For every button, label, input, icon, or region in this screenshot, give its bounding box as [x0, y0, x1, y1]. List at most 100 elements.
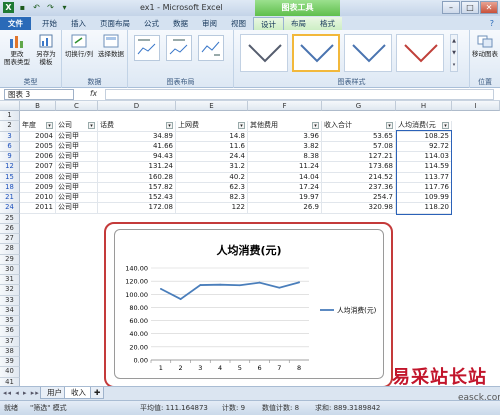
- filter-dropdown-icon[interactable]: ▾: [312, 122, 319, 130]
- filter-dropdown-icon[interactable]: ▾: [166, 122, 173, 130]
- table-cell-income[interactable]: 237.36: [322, 182, 396, 193]
- column-header-c[interactable]: C: [56, 101, 98, 111]
- header-cell[interactable]: ▾ 收入合计: [322, 121, 396, 132]
- table-cell-per-capita[interactable]: 109.99: [396, 193, 452, 204]
- column-header-e[interactable]: E: [176, 101, 248, 111]
- row-header[interactable]: 28: [0, 244, 20, 255]
- table-cell-income[interactable]: 173.68: [322, 162, 396, 173]
- row-header[interactable]: 25: [0, 213, 20, 224]
- filter-dropdown-icon[interactable]: ▾: [386, 122, 393, 130]
- table-cell-income[interactable]: 53.65: [322, 131, 396, 142]
- close-icon[interactable]: ✕: [480, 1, 498, 14]
- table-cell-phone[interactable]: 34.89: [98, 131, 176, 142]
- tab-home[interactable]: 开始: [35, 17, 64, 30]
- table-cell-year[interactable]: 2005: [20, 141, 56, 152]
- layout-1-thumbnail[interactable]: [134, 35, 160, 61]
- tab-insert[interactable]: 插入: [64, 17, 93, 30]
- row-header[interactable]: 32: [0, 285, 20, 296]
- row-header[interactable]: 21: [0, 193, 20, 204]
- table-cell-internet[interactable]: 40.2: [176, 172, 248, 183]
- table-cell-per-capita[interactable]: 108.25: [396, 131, 452, 142]
- data-point[interactable]: [298, 281, 301, 284]
- row-header[interactable]: 39: [0, 357, 20, 368]
- table-cell-per-capita[interactable]: 114.03: [396, 152, 452, 163]
- chart-style-4[interactable]: [396, 34, 444, 72]
- maximize-icon[interactable]: □: [461, 1, 479, 14]
- row-header[interactable]: 34: [0, 305, 20, 316]
- change-chart-type-button[interactable]: 更改 图表类型: [2, 33, 32, 66]
- row-header[interactable]: 27: [0, 234, 20, 245]
- table-cell-phone[interactable]: 160.28: [98, 172, 176, 183]
- row-header[interactable]: 6: [0, 141, 20, 152]
- series-line[interactable]: [160, 281, 300, 301]
- table-cell-other[interactable]: 8.38: [248, 152, 322, 163]
- table-cell-phone[interactable]: 131.24: [98, 162, 176, 173]
- table-cell-year[interactable]: 2010: [20, 193, 56, 204]
- column-header-f[interactable]: F: [248, 101, 322, 111]
- table-cell-internet[interactable]: 31.2: [176, 162, 248, 173]
- header-cell[interactable]: ▾ 上网费: [176, 121, 248, 132]
- row-header[interactable]: 41: [0, 377, 20, 386]
- data-point[interactable]: [238, 284, 241, 287]
- table-cell-company[interactable]: 公司甲: [56, 152, 98, 163]
- sheet-tab-income[interactable]: 收入: [64, 387, 93, 399]
- header-cell[interactable]: ▾ 话费: [98, 121, 176, 132]
- data-point[interactable]: [199, 284, 202, 286]
- table-cell-company[interactable]: 公司甲: [56, 203, 98, 214]
- tab-layout[interactable]: 布局: [284, 17, 313, 30]
- table-cell-other[interactable]: 26.9: [248, 203, 322, 214]
- table-cell-company[interactable]: 公司甲: [56, 182, 98, 193]
- chart-styles-scroll[interactable]: ▲ ▼ ▾: [450, 34, 458, 72]
- formula-input[interactable]: [105, 89, 494, 100]
- table-cell-year[interactable]: 2011: [20, 203, 56, 214]
- table-cell-other[interactable]: 11.24: [248, 162, 322, 173]
- redo-icon[interactable]: ↷: [45, 2, 56, 13]
- row-header[interactable]: 30: [0, 264, 20, 275]
- tab-design[interactable]: 设计: [253, 17, 284, 30]
- row-header[interactable]: 3: [0, 131, 20, 142]
- table-cell-per-capita[interactable]: 117.76: [396, 182, 452, 193]
- layout-3-thumbnail[interactable]: [198, 35, 224, 61]
- data-point[interactable]: [219, 283, 222, 286]
- row-header[interactable]: 37: [0, 336, 20, 347]
- help-icon[interactable]: ?: [490, 17, 494, 30]
- row-header[interactable]: 29: [0, 254, 20, 265]
- row-header[interactable]: 1: [0, 111, 20, 122]
- switch-row-col-button[interactable]: 切换行/列: [64, 33, 94, 58]
- table-cell-per-capita[interactable]: 92.72: [396, 141, 452, 152]
- table-cell-internet[interactable]: 62.3: [176, 182, 248, 193]
- data-point[interactable]: [159, 287, 162, 290]
- data-point[interactable]: [258, 281, 261, 284]
- data-point[interactable]: [278, 286, 281, 289]
- legend-label[interactable]: 人均消费(元): [337, 306, 377, 315]
- table-cell-internet[interactable]: 14.8: [176, 131, 248, 142]
- fx-icon[interactable]: fx: [90, 89, 97, 98]
- row-header[interactable]: 15: [0, 172, 20, 183]
- header-cell[interactable]: ▾ 公司: [56, 121, 98, 132]
- table-cell-other[interactable]: 3.96: [248, 131, 322, 142]
- table-cell-phone[interactable]: 41.66: [98, 141, 176, 152]
- row-header[interactable]: 36: [0, 326, 20, 337]
- row-header[interactable]: 9: [0, 152, 20, 163]
- column-header-d[interactable]: D: [98, 101, 176, 111]
- save-as-template-button[interactable]: 另存为 模板: [31, 33, 61, 66]
- chart-style-1[interactable]: [240, 34, 288, 72]
- filter-dropdown-icon[interactable]: ▾: [88, 122, 95, 130]
- table-cell-year[interactable]: 2006: [20, 152, 56, 163]
- table-cell-phone[interactable]: 172.08: [98, 203, 176, 214]
- tab-formulas[interactable]: 公式: [137, 17, 166, 30]
- table-cell-company[interactable]: 公司甲: [56, 193, 98, 204]
- row-header[interactable]: 26: [0, 223, 20, 234]
- table-cell-per-capita[interactable]: 114.59: [396, 162, 452, 173]
- minimize-icon[interactable]: –: [442, 1, 460, 14]
- table-cell-income[interactable]: 320.98: [322, 203, 396, 214]
- data-point[interactable]: [179, 298, 182, 300]
- row-header[interactable]: 38: [0, 346, 20, 357]
- table-cell-other[interactable]: 17.24: [248, 182, 322, 193]
- row-header[interactable]: 18: [0, 182, 20, 193]
- table-cell-company[interactable]: 公司甲: [56, 172, 98, 183]
- name-box[interactable]: 图表 3: [4, 89, 74, 100]
- table-cell-phone[interactable]: 157.82: [98, 182, 176, 193]
- table-cell-income[interactable]: 127.21: [322, 152, 396, 163]
- table-cell-other[interactable]: 19.97: [248, 193, 322, 204]
